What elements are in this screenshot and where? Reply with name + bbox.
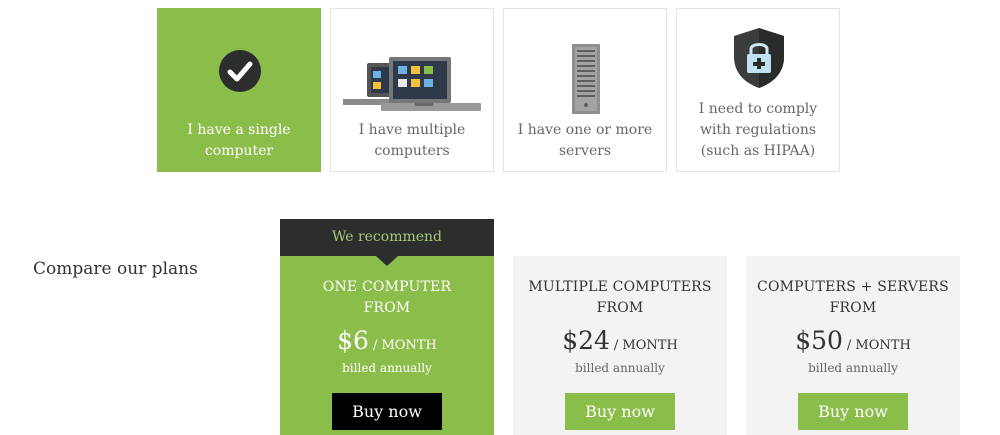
price: $24 <box>562 326 610 355</box>
compare-title: Compare our plans <box>33 259 198 279</box>
option-multiple-computers[interactable]: I have multiple computers <box>330 8 494 172</box>
checkmark-circle-icon <box>218 49 262 97</box>
option-label: I have a single computer <box>187 122 291 159</box>
price-period: / MONTH <box>372 338 437 353</box>
option-servers[interactable]: I have one or more servers <box>503 8 667 172</box>
laptops-icon <box>343 55 483 121</box>
billing-note: billed annually <box>808 361 898 375</box>
plan-name: ONE COMPUTER FROM <box>322 279 452 316</box>
option-single-computer[interactable]: I have a single computer <box>157 8 321 172</box>
billing-note: billed annually <box>342 361 432 375</box>
recommend-arrow <box>376 256 398 266</box>
option-label: I have multiple computers <box>358 122 466 159</box>
option-label: I have one or more servers <box>517 122 653 159</box>
shield-lock-icon <box>733 27 785 93</box>
plan-multiple-computers: MULTIPLE COMPUTERS FROM $24/ MONTH bille… <box>513 256 727 435</box>
plan-one-computer: ONE COMPUTER FROM $6/ MONTH billed annua… <box>280 256 494 435</box>
option-regulations[interactable]: I need to comply with regulations (such … <box>676 8 840 172</box>
price-line: $24/ MONTH <box>513 326 727 355</box>
price-line: $6/ MONTH <box>280 326 494 355</box>
option-label: I need to comply with regulations (such … <box>698 101 818 159</box>
recommend-banner: We recommend <box>280 219 494 256</box>
buy-now-button[interactable]: Buy now <box>565 393 675 430</box>
plan-computers-servers: COMPUTERS + SERVERS FROM $50/ MONTH bill… <box>746 256 960 435</box>
price-line: $50/ MONTH <box>746 326 960 355</box>
buy-now-button[interactable]: Buy now <box>798 393 908 430</box>
buy-now-button[interactable]: Buy now <box>332 393 442 430</box>
price: $50 <box>795 326 843 355</box>
price-period: / MONTH <box>613 338 678 353</box>
plan-name: COMPUTERS + SERVERS FROM <box>757 279 949 316</box>
price: $6 <box>337 326 369 355</box>
billing-note: billed annually <box>575 361 665 375</box>
server-tower-icon <box>572 44 600 118</box>
plan-name: MULTIPLE COMPUTERS FROM <box>528 279 712 316</box>
price-period: / MONTH <box>846 338 911 353</box>
